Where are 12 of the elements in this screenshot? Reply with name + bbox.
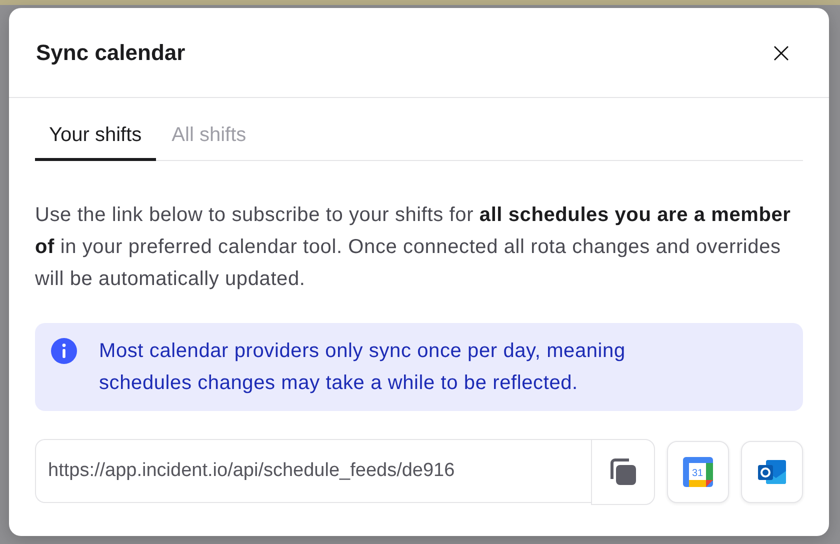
url-field[interactable]: https://app.incident.io/api/schedule_feeds/de916 <box>35 439 591 503</box>
dialog-title: Sync calendar <box>36 40 186 66</box>
close-button[interactable]: × <box>766 38 797 66</box>
mail-app-button[interactable] <box>741 441 803 503</box>
mail-app-icon <box>757 458 787 486</box>
callout-text: Most calendar providers only sync once per day, meaning schedules changes may take a while to be reflected. <box>99 339 626 396</box>
description-text: Use the link below to subscribe to your shifts for all schedules you are a member of in your preferred calendar tool. Once connected all rota changes and overrides will be automatically updated. <box>35 203 792 292</box>
calendar-icon: 31 <box>682 456 714 488</box>
info-icon <box>51 338 77 364</box>
tab[interactable]: Your shifts <box>35 114 156 161</box>
copy-button[interactable] <box>591 439 655 505</box>
calendar-button[interactable]: 31 <box>667 441 729 503</box>
